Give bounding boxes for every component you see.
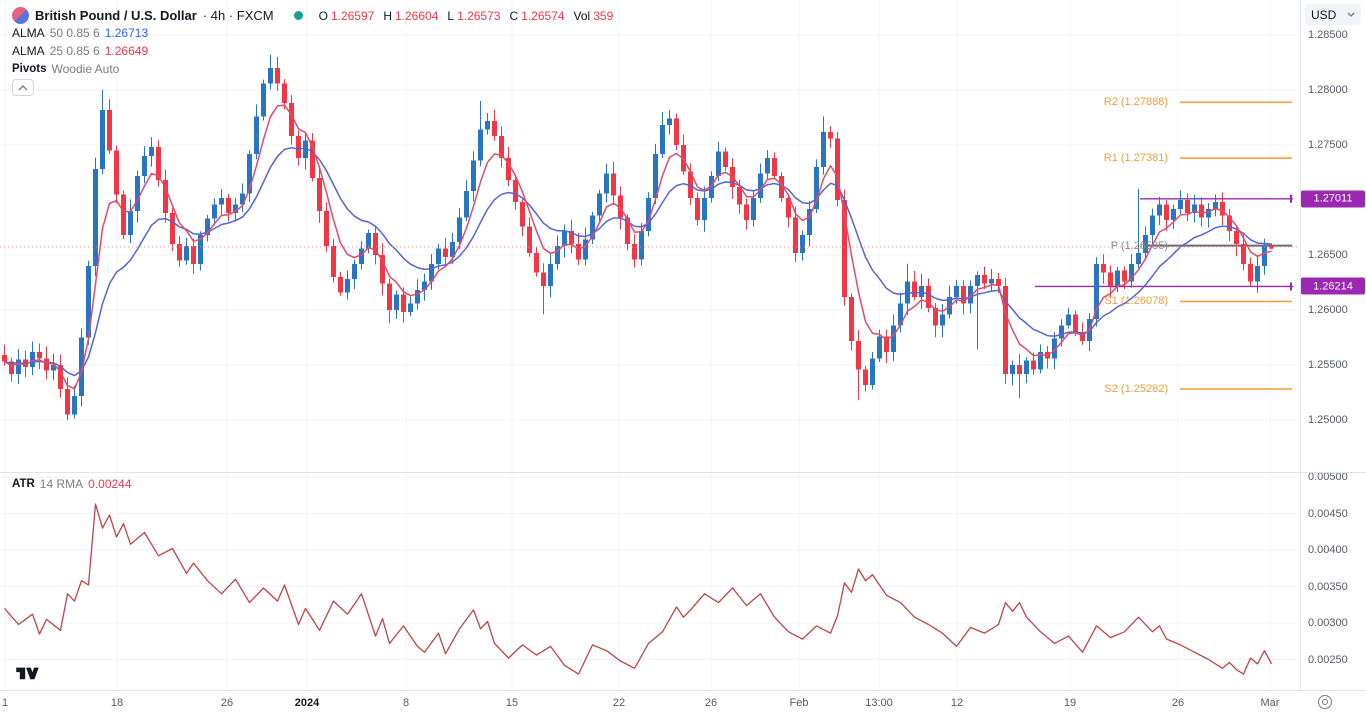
time-axis[interactable]: 1 18 26 2024 8 15 22 26 Feb 13:00 12 19 26 Mar <box>0 691 1366 717</box>
symbol-details[interactable]: · 4h · FXCM <box>203 8 274 23</box>
drawn-level-price-label: 1.27011 <box>1301 190 1365 207</box>
atr-tick: 0.00400 <box>1308 544 1348 556</box>
alma25-value: 1.26649 <box>105 44 148 58</box>
pivots-name: Pivots <box>12 63 47 75</box>
alma50-name: ALMA <box>12 26 45 40</box>
atr-tick: 0.00300 <box>1308 617 1348 629</box>
open-label: O <box>319 9 328 23</box>
time-tick: 19 <box>1064 697 1076 709</box>
currency-label: USD <box>1311 8 1336 22</box>
price-tick: 1.28000 <box>1308 84 1348 96</box>
volume-value: 359 <box>593 9 613 23</box>
chevron-up-icon <box>18 85 28 91</box>
atr-value: 0.00244 <box>88 477 131 491</box>
low-label: L <box>447 9 454 23</box>
ohlc-readout: O1.26597 H1.26604 L1.26573 C1.26574 Vol3… <box>319 9 614 23</box>
atr-tick: 0.00450 <box>1308 508 1348 520</box>
open-value: 1.26597 <box>331 9 374 23</box>
legend-atr[interactable]: ATR 14 RMA 0.00244 <box>12 477 132 491</box>
tradingview-logo-icon <box>14 664 40 682</box>
time-tick: 15 <box>506 697 518 709</box>
close-value: 1.26574 <box>521 9 564 23</box>
time-tick: 2024 <box>295 697 319 709</box>
alma50-params: 50 0.85 6 <box>50 26 100 40</box>
atr-name: ATR <box>12 478 35 490</box>
volume-label: Vol <box>574 9 591 23</box>
legend-alma25[interactable]: ALMA 25 0.85 6 1.26649 <box>12 44 148 58</box>
atr-tick: 0.00250 <box>1308 654 1348 666</box>
alma50-value: 1.26713 <box>105 26 148 40</box>
close-label: C <box>509 9 518 23</box>
time-tick: 26 <box>221 697 233 709</box>
pivots-params: Woodie Auto <box>52 62 120 76</box>
price-axis[interactable]: USD 1.28500 1.28000 1.27500 1.26500 1.26000 1… <box>1301 0 1366 690</box>
symbol-title[interactable]: British Pound / U.S. Dollar <box>35 8 197 23</box>
pivot-label-r2: R2 (1.27888) <box>1104 96 1168 108</box>
time-tick: 8 <box>403 697 409 709</box>
price-tick: 1.25500 <box>1308 359 1348 371</box>
legend-alma50[interactable]: ALMA 50 0.85 6 1.26713 <box>12 26 148 40</box>
tradingview-logo[interactable] <box>14 664 40 687</box>
price-tick: 1.27500 <box>1308 139 1348 151</box>
symbol-icon <box>12 7 29 24</box>
tradingview-chart-app: British Pound / U.S. Dollar · 4h · FXCM … <box>0 0 1366 717</box>
low-value: 1.26573 <box>457 9 500 23</box>
scale-settings-icon[interactable] <box>1318 695 1332 709</box>
time-tick: 12 <box>951 697 963 709</box>
price-tick: 1.26000 <box>1308 304 1348 316</box>
alma25-name: ALMA <box>12 44 45 58</box>
atr-tick: 0.00350 <box>1308 581 1348 593</box>
price-tick: 1.25000 <box>1308 414 1348 426</box>
time-tick: Mar <box>1261 697 1280 709</box>
high-value: 1.26604 <box>395 9 438 23</box>
pivot-label-s1: S1 (1.26078) <box>1104 295 1168 307</box>
time-tick: 26 <box>1172 697 1184 709</box>
price-tick: 1.28500 <box>1308 29 1348 41</box>
time-tick: Feb <box>790 697 809 709</box>
drawn-level-price-label: 1.26214 <box>1301 278 1365 295</box>
currency-selector[interactable]: USD <box>1305 4 1361 25</box>
time-tick: 13:00 <box>865 697 893 709</box>
pivot-label-p: P (1.26585) <box>1111 240 1168 252</box>
time-tick: 22 <box>613 697 625 709</box>
pivot-label-s2: S2 (1.25282) <box>1104 383 1168 395</box>
legend-collapse-button[interactable] <box>12 79 34 96</box>
chevron-down-icon <box>1347 12 1355 17</box>
time-tick: 1 <box>2 697 8 709</box>
price-tick: 1.26500 <box>1308 249 1348 261</box>
chart-canvas[interactable]: British Pound / U.S. Dollar · 4h · FXCM … <box>0 0 1300 690</box>
high-label: H <box>383 9 392 23</box>
pivot-label-r1: R1 (1.27381) <box>1104 152 1168 164</box>
legend-pivots[interactable]: Pivots Woodie Auto <box>12 62 119 76</box>
time-tick: 18 <box>111 697 123 709</box>
atr-params: 14 RMA <box>40 477 83 491</box>
market-status-dot <box>294 11 303 20</box>
alma25-params: 25 0.85 6 <box>50 44 100 58</box>
time-tick: 26 <box>705 697 717 709</box>
axis-divider <box>1300 0 1301 717</box>
pane-divider[interactable] <box>0 472 1366 473</box>
